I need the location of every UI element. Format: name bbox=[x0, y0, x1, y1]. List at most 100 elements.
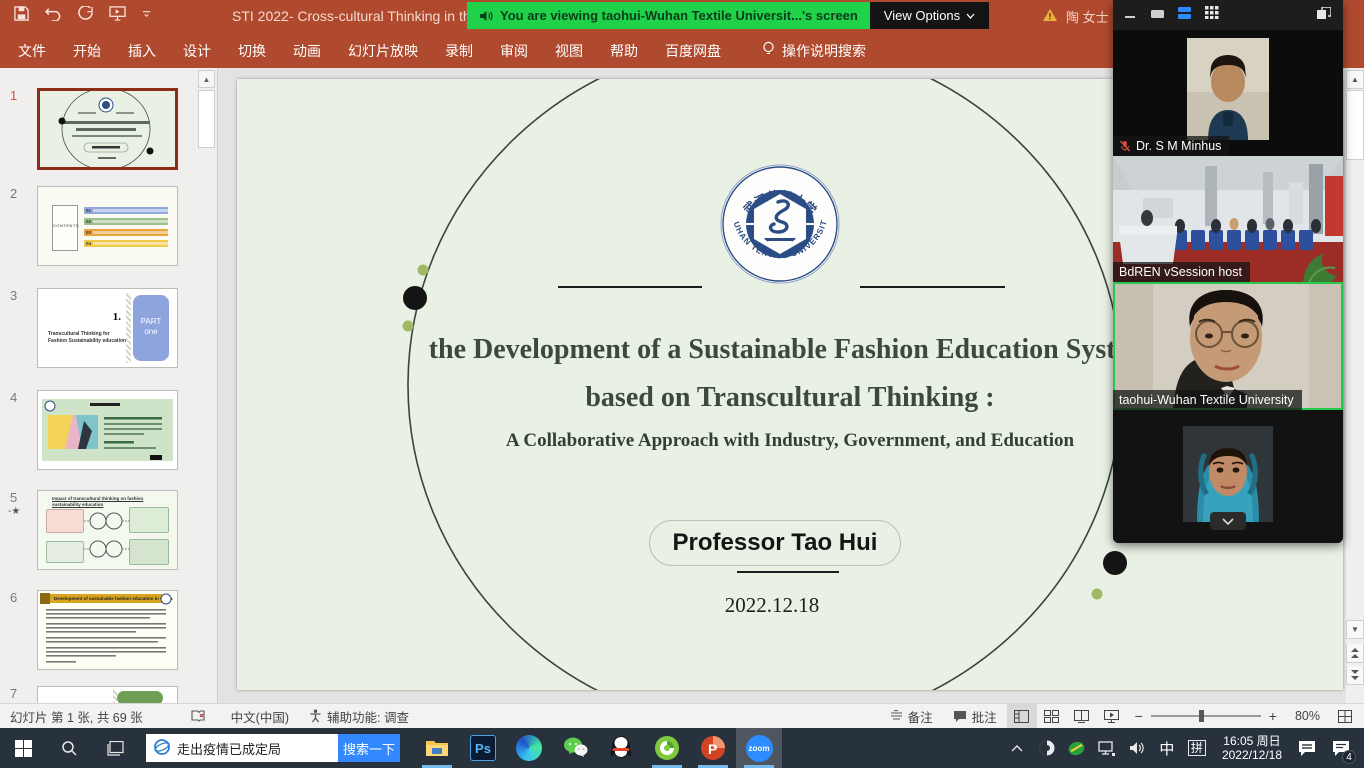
participant-tile-2[interactable]: BdREN vSession host bbox=[1113, 156, 1343, 282]
reading-view-button[interactable] bbox=[1067, 704, 1097, 729]
scroll-thumb[interactable] bbox=[1346, 90, 1364, 160]
tab-animations[interactable]: 动画 bbox=[293, 41, 321, 61]
tab-file[interactable]: 文件 bbox=[18, 41, 46, 61]
tab-record[interactable]: 录制 bbox=[445, 41, 473, 61]
slide-sorter-view-button[interactable] bbox=[1037, 704, 1067, 729]
zoom-slider[interactable]: − + bbox=[1127, 708, 1285, 724]
slide-thumbnail-3[interactable]: PART one 1. Transcultural Thinking for F… bbox=[37, 288, 178, 368]
volume-icon[interactable] bbox=[1124, 728, 1150, 768]
slideshow-from-start-icon[interactable] bbox=[109, 6, 126, 21]
ime-language-indicator[interactable]: 中 bbox=[1154, 728, 1180, 768]
zoom-percentage[interactable]: 80% bbox=[1285, 704, 1330, 729]
tab-insert[interactable]: 插入 bbox=[128, 41, 156, 61]
zoom-slider-track[interactable] bbox=[1151, 715, 1261, 717]
thumb3-line1: Transcultural Thinking for bbox=[48, 331, 110, 337]
tab-help[interactable]: 帮助 bbox=[610, 41, 638, 61]
slide-thumbnail-5[interactable]: Impact of transcultural thinking on fash… bbox=[37, 490, 178, 570]
scroll-up-icon[interactable]: ▲ bbox=[1346, 70, 1364, 89]
tab-design[interactable]: 设计 bbox=[183, 41, 211, 61]
browser-360-icon[interactable] bbox=[644, 728, 690, 768]
proofing-status[interactable] bbox=[181, 704, 215, 729]
tray-app1-icon[interactable] bbox=[1034, 728, 1060, 768]
comments-button[interactable]: 批注 bbox=[943, 704, 1007, 729]
gallery-grid-icon[interactable] bbox=[1205, 6, 1219, 24]
zoom-share-banner: You are viewing taohui-Wuhan Textile Uni… bbox=[467, 2, 989, 29]
wechat-icon[interactable] bbox=[552, 728, 598, 768]
tab-home[interactable]: 开始 bbox=[73, 41, 101, 61]
lightbulb-icon bbox=[762, 41, 775, 60]
slide-thumbnail-7[interactable] bbox=[37, 686, 178, 703]
thumb3-one: one bbox=[133, 327, 169, 337]
search-go-button[interactable]: 搜索一下 bbox=[338, 734, 400, 762]
notes-button[interactable]: 备注 bbox=[880, 704, 943, 729]
tab-transitions[interactable]: 切换 bbox=[238, 41, 266, 61]
zoom-in-icon[interactable]: + bbox=[1269, 708, 1277, 724]
slide-thumbnail-2[interactable]: CONTENTS 01 02 03 04 bbox=[37, 186, 178, 266]
scroll-down-icon[interactable]: ▼ bbox=[1346, 620, 1364, 639]
slide-thumbnail-4[interactable] bbox=[37, 390, 178, 470]
main-scrollbar[interactable]: ▲ ▼ bbox=[1346, 68, 1364, 703]
taskbar-web-search-box[interactable]: 走出疫情已成定局 bbox=[146, 734, 338, 762]
tab-baidu-netdisk[interactable]: 百度网盘 bbox=[665, 41, 721, 61]
ime-mode-indicator[interactable]: 拼 bbox=[1184, 728, 1210, 768]
action-center-icon[interactable]: 4 bbox=[1324, 728, 1358, 768]
task-view-button[interactable] bbox=[92, 728, 138, 768]
redo-icon[interactable] bbox=[78, 6, 93, 21]
fit-to-window-button[interactable] bbox=[1330, 704, 1360, 729]
taskbar-search-button[interactable] bbox=[46, 728, 92, 768]
edge-icon[interactable] bbox=[506, 728, 552, 768]
language-status[interactable]: 中文(中国) bbox=[221, 704, 299, 729]
undo-icon[interactable] bbox=[45, 6, 62, 21]
thumb3-part: PART bbox=[133, 317, 169, 327]
animation-star-icon: -★ bbox=[8, 506, 20, 517]
zoom-app-icon[interactable]: zoom bbox=[736, 728, 782, 768]
zoom-out-icon[interactable]: − bbox=[1135, 708, 1143, 724]
tray-expand-icon[interactable] bbox=[1004, 728, 1030, 768]
collapse-gallery-button[interactable] bbox=[1210, 512, 1246, 530]
tab-slideshow[interactable]: 幻灯片放映 bbox=[348, 41, 418, 61]
tab-view[interactable]: 视图 bbox=[555, 41, 583, 61]
powerpoint-icon[interactable]: P bbox=[690, 728, 736, 768]
photoshop-icon[interactable]: Ps bbox=[460, 728, 506, 768]
popout-panel-icon[interactable] bbox=[1317, 6, 1331, 24]
thumb3-number: 1. bbox=[113, 311, 121, 323]
taskbar-search-text: 走出疫情已成定局 bbox=[177, 739, 281, 758]
accessibility-status[interactable]: 辅助功能: 调查 bbox=[299, 704, 419, 729]
zoom-slider-thumb[interactable] bbox=[1199, 710, 1204, 722]
slide-thumbnail-1[interactable] bbox=[37, 88, 178, 170]
presence-user-name: 陶 女士 bbox=[1066, 7, 1109, 26]
thumb3-line2: Fashion Sustainability education bbox=[48, 338, 126, 344]
slide-thumbnail-6[interactable]: Development of sustainable fashion educa… bbox=[37, 590, 178, 670]
accessibility-icon bbox=[309, 709, 322, 723]
start-button[interactable] bbox=[0, 728, 46, 768]
chat-tray-icon[interactable] bbox=[1294, 728, 1320, 768]
save-icon[interactable] bbox=[14, 6, 29, 21]
next-slide-button[interactable] bbox=[1346, 666, 1364, 685]
file-explorer-icon[interactable] bbox=[414, 728, 460, 768]
gallery-strip-icon[interactable] bbox=[1178, 6, 1191, 24]
tell-me-search[interactable]: 操作说明搜索 bbox=[762, 41, 866, 61]
clock-date: 2022/12/18 bbox=[1222, 748, 1282, 762]
normal-view-button[interactable] bbox=[1007, 704, 1037, 729]
network-icon[interactable] bbox=[1094, 728, 1120, 768]
thumb2-item-03: 03 bbox=[86, 230, 91, 235]
minimize-panel-icon[interactable] bbox=[1125, 6, 1137, 24]
tray-360-safe-icon[interactable] bbox=[1064, 728, 1090, 768]
taskbar-clock[interactable]: 16:05 周日 2022/12/18 bbox=[1214, 734, 1290, 762]
view-options-button[interactable]: View Options bbox=[870, 2, 989, 29]
thumb-scroll-thumb[interactable] bbox=[198, 90, 215, 148]
previous-slide-button[interactable] bbox=[1346, 644, 1364, 663]
speaker-view-icon[interactable] bbox=[1151, 6, 1164, 24]
participant-tile-1[interactable]: Dr. S M Minhus bbox=[1113, 30, 1343, 156]
ppt-statusbar: 幻灯片 第 1 张, 共 69 张 中文(中国) 辅助功能: 调查 备注 批注 bbox=[0, 703, 1364, 728]
participant-tile-3[interactable]: taohui-Wuhan Textile University bbox=[1113, 282, 1343, 410]
notes-icon bbox=[890, 710, 903, 722]
slideshow-view-button[interactable] bbox=[1097, 704, 1127, 729]
thumbnail-scrollbar[interactable]: ▲ bbox=[198, 68, 215, 703]
tab-review[interactable]: 审阅 bbox=[500, 41, 528, 61]
slide-counter: 幻灯片 第 1 张, 共 69 张 bbox=[0, 704, 153, 729]
thumb-scroll-up-icon[interactable]: ▲ bbox=[198, 70, 215, 88]
qq-icon[interactable] bbox=[598, 728, 644, 768]
presenter-underline bbox=[737, 571, 839, 573]
qat-more-icon[interactable] bbox=[142, 9, 151, 18]
